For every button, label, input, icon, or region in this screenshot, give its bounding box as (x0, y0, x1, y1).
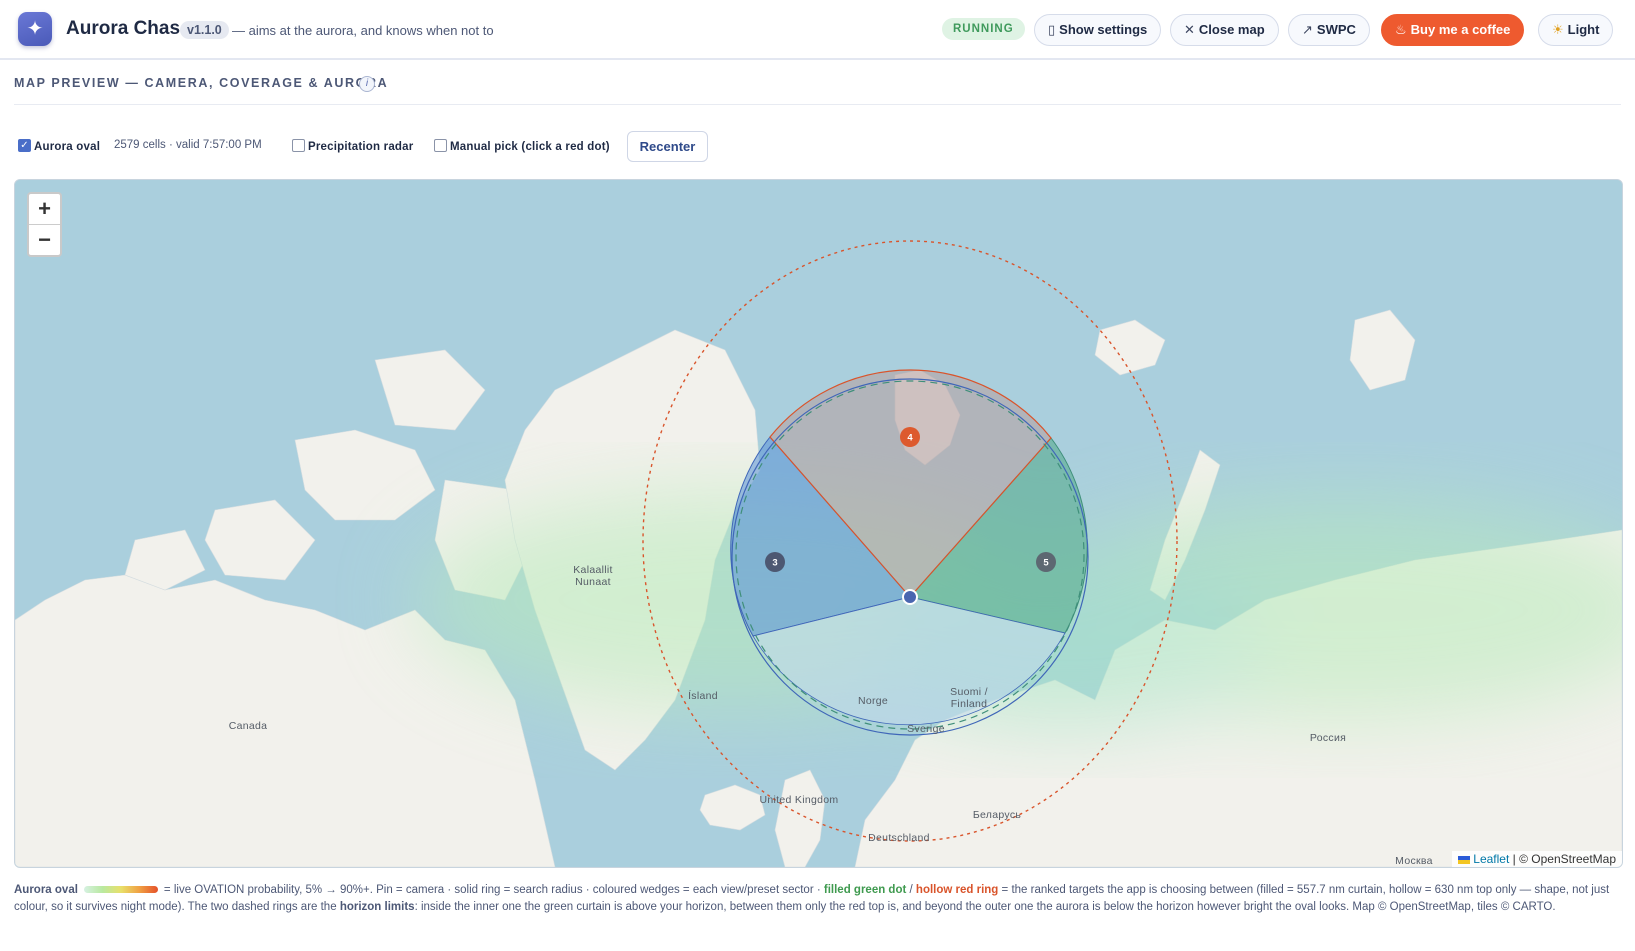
map-label-germany: Deutschland (868, 832, 930, 844)
caption-red-ring: hollow red ring (915, 884, 999, 896)
zoom-control: + − (27, 192, 62, 257)
caption-horizon-limits: horizon limits (339, 901, 415, 913)
leaflet-link[interactable]: Leaflet (1473, 852, 1509, 866)
map-label-sweden: Sverige (907, 723, 945, 735)
status-badge: RUNNING (942, 18, 1025, 40)
map-label-greenland-1: Kalaallit (573, 564, 612, 576)
manual-pick-label: Manual pick (click a red dot) (450, 141, 610, 153)
map-label-greenland-2: Nunaat (575, 576, 611, 588)
zoom-out-button[interactable]: − (29, 225, 60, 255)
ukraine-flag-icon (1458, 855, 1471, 864)
sun-icon: ☀ (1552, 22, 1564, 37)
precipitation-radar-checkbox[interactable] (292, 139, 305, 152)
close-icon: ✕ (1184, 22, 1195, 37)
map-canvas: Kalaallit Nunaat Ísland Canada Norge Sve… (15, 180, 1622, 867)
aurora-oval-checkbox[interactable]: ✓ (18, 139, 31, 152)
caption-part-1: = live OVATION probability, 5% → 90%+. P… (163, 884, 821, 896)
app-header: ✦ Aurora Chaser v1.1.0 — aims at the aur… (0, 0, 1635, 60)
settings-icon: ▯ (1048, 22, 1056, 37)
show-settings-button[interactable]: ▯ Show settings (1034, 14, 1162, 46)
map-label-uk: United Kingdom (760, 794, 839, 806)
map-label-finland-1: Suomi / (950, 686, 988, 698)
map-attribution: Leaflet | © OpenStreetMap (1452, 851, 1622, 867)
target-number-4: 4 (907, 433, 913, 444)
map-view[interactable]: Kalaallit Nunaat Ísland Canada Norge Sve… (14, 179, 1623, 868)
precipitation-radar-label: Precipitation radar (308, 141, 414, 153)
map-label-norway: Norge (858, 695, 888, 707)
theme-label: Light (1567, 22, 1600, 37)
map-caption: Aurora oval = live OVATION probability, 5… (14, 882, 1621, 916)
map-label-finland-2: Finland (951, 698, 988, 710)
target-number-3: 3 (772, 558, 777, 569)
osm-credit: © OpenStreetMap (1519, 852, 1616, 866)
recenter-button[interactable]: Recenter (627, 131, 708, 162)
target-number-5: 5 (1043, 558, 1049, 569)
version-badge: v1.1.0 (180, 21, 229, 39)
external-link-arrow-icon: ↗ (1302, 22, 1313, 37)
camera-pin[interactable] (902, 589, 918, 605)
app-tagline: — aims at the aurora, and knows when not… (232, 23, 494, 38)
close-map-button[interactable]: ✕ Close map (1170, 14, 1279, 46)
app-title: Aurora Chaser (66, 18, 198, 39)
map-label-belarus: Беларусь (973, 809, 1022, 821)
info-icon[interactable]: i (359, 76, 375, 92)
section-divider (14, 104, 1621, 105)
caption-green-dot: filled green dot (823, 884, 907, 896)
theme-toggle-button[interactable]: ☀ Light (1538, 14, 1614, 46)
show-settings-label: Show settings (1059, 22, 1148, 37)
zoom-in-button[interactable]: + (29, 194, 60, 225)
caption-legend-label: Aurora oval (14, 884, 78, 896)
attribution-separator: | (1509, 852, 1520, 866)
coffee-cup-icon: ♨ (1395, 22, 1407, 37)
close-map-label: Close map (1198, 22, 1265, 37)
swpc-link-button[interactable]: ↗ SWPC (1288, 14, 1370, 46)
caption-part-3: : inside the inner one the green curtain… (414, 901, 1556, 913)
aurora-probability-gradient (83, 886, 158, 894)
manual-pick-checkbox[interactable] (434, 139, 447, 152)
section-title: MAP PREVIEW — CAMERA, COVERAGE & AURORA (14, 76, 389, 90)
map-label-moscow: Москва (1395, 855, 1433, 867)
map-label-canada: Canada (229, 720, 268, 732)
oval-info-text: 2579 cells · valid 7:57:00 PM (114, 139, 262, 151)
buy-me-a-coffee-button[interactable]: ♨ Buy me a coffee (1381, 14, 1525, 46)
swpc-label: SWPC (1316, 22, 1356, 37)
map-label-russia: Россия (1310, 732, 1346, 744)
app-logo-sparkle-icon: ✦ (18, 12, 52, 46)
map-label-iceland: Ísland (688, 689, 718, 702)
aurora-oval-label: Aurora oval (34, 141, 101, 153)
coffee-label: Buy me a coffee (1410, 22, 1511, 37)
caption-slash: / (909, 884, 913, 896)
